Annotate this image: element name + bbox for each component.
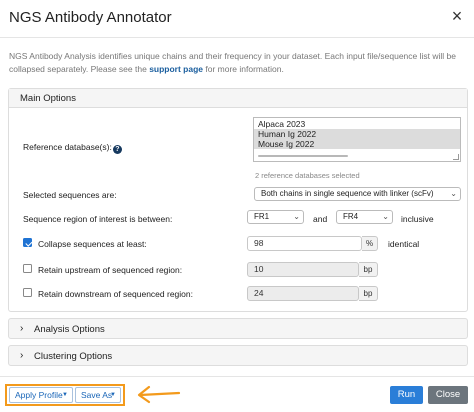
region-to-select[interactable]: FR4 ⌄ [336, 210, 393, 224]
upstream-bp-input[interactable]: 10 [247, 262, 359, 277]
apply-profile-label: Apply Profile [15, 390, 63, 400]
support-page-link[interactable]: support page [149, 64, 203, 74]
region-label: Sequence region of interest is between: [23, 214, 173, 224]
help-icon[interactable]: ? [112, 145, 122, 154]
retain-upstream-label: Retain upstream of sequenced region: [38, 265, 183, 275]
dialog-title: NGS Antibody Annotator [9, 9, 172, 26]
reference-database-listbox[interactable]: Alpaca 2023 Human Ig 2022 Mouse Ig 2022 [253, 117, 461, 162]
run-button[interactable]: Run [390, 386, 423, 404]
collapse-identity-input[interactable]: 98 [247, 236, 362, 251]
retain-upstream-checkbox[interactable] [23, 264, 32, 273]
analysis-options-panel[interactable]: › Analysis Options [8, 318, 468, 339]
reference-db-count-note: 2 reference databases selected [255, 171, 360, 180]
reference-db-option-human[interactable]: Human Ig 2022 [254, 129, 460, 139]
intro-text: NGS Antibody Analysis identifies unique … [9, 50, 465, 76]
clustering-options-panel[interactable]: › Clustering Options [8, 345, 468, 366]
save-as-button[interactable]: Save As ▼ [75, 387, 121, 403]
collapse-unit-addon: % [362, 236, 378, 251]
ngs-annotator-dialog: NGS Antibody Annotator × NGS Antibody An… [0, 0, 474, 412]
chevron-down-icon: ⌄ [382, 212, 389, 221]
region-from-value: FR1 [254, 212, 270, 221]
caret-down-icon: ▼ [62, 392, 68, 398]
chevron-down-icon: ⌄ [293, 212, 300, 221]
retain-downstream-checkbox[interactable] [23, 288, 32, 297]
upstream-unit-addon: bp [359, 262, 378, 277]
reference-db-option-mouse[interactable]: Mouse Ig 2022 [254, 139, 460, 149]
analysis-options-title: Analysis Options [34, 324, 105, 335]
resize-handle-icon[interactable] [453, 154, 459, 160]
reference-db-option-alpaca[interactable]: Alpaca 2023 [254, 119, 460, 129]
dialog-header: NGS Antibody Annotator × [0, 0, 474, 38]
listbox-horizontal-scrollbar[interactable] [258, 155, 348, 157]
arrow-left-icon [137, 385, 181, 404]
main-options-title: Main Options [9, 89, 467, 108]
region-inclusive-label: inclusive [401, 214, 434, 224]
reference-database-label-text: Reference database(s): [23, 142, 112, 152]
reference-database-label: Reference database(s):? [23, 142, 122, 154]
selected-sequences-select[interactable]: Both chains in single sequence with link… [254, 187, 461, 201]
retain-downstream-label: Retain downstream of sequenced region: [38, 289, 193, 299]
main-options-panel: Main Options Reference database(s):? Alp… [8, 88, 468, 312]
caret-down-icon: ▼ [110, 392, 116, 398]
chevron-down-icon: ⌄ [450, 189, 457, 198]
close-button[interactable]: Close [428, 386, 468, 404]
collapse-label: Collapse sequences at least: [38, 239, 147, 249]
region-to-value: FR4 [343, 212, 359, 221]
apply-profile-button[interactable]: Apply Profile ▼ [9, 387, 73, 403]
save-as-label: Save As [81, 390, 113, 400]
selected-sequences-label: Selected sequences are: [23, 190, 117, 200]
clustering-options-title: Clustering Options [34, 351, 113, 362]
chevron-right-icon: › [20, 323, 24, 334]
close-icon[interactable]: × [448, 7, 466, 25]
collapse-identical-label: identical [388, 239, 420, 249]
region-and-label: and [313, 214, 328, 224]
intro-text-part-2: for more information. [203, 64, 284, 74]
region-from-select[interactable]: FR1 ⌄ [247, 210, 304, 224]
downstream-unit-addon: bp [359, 286, 378, 301]
collapse-checkbox[interactable] [23, 238, 32, 247]
downstream-bp-input[interactable]: 24 [247, 286, 359, 301]
chevron-right-icon: › [20, 350, 24, 361]
selected-sequences-value: Both chains in single sequence with link… [261, 189, 434, 198]
